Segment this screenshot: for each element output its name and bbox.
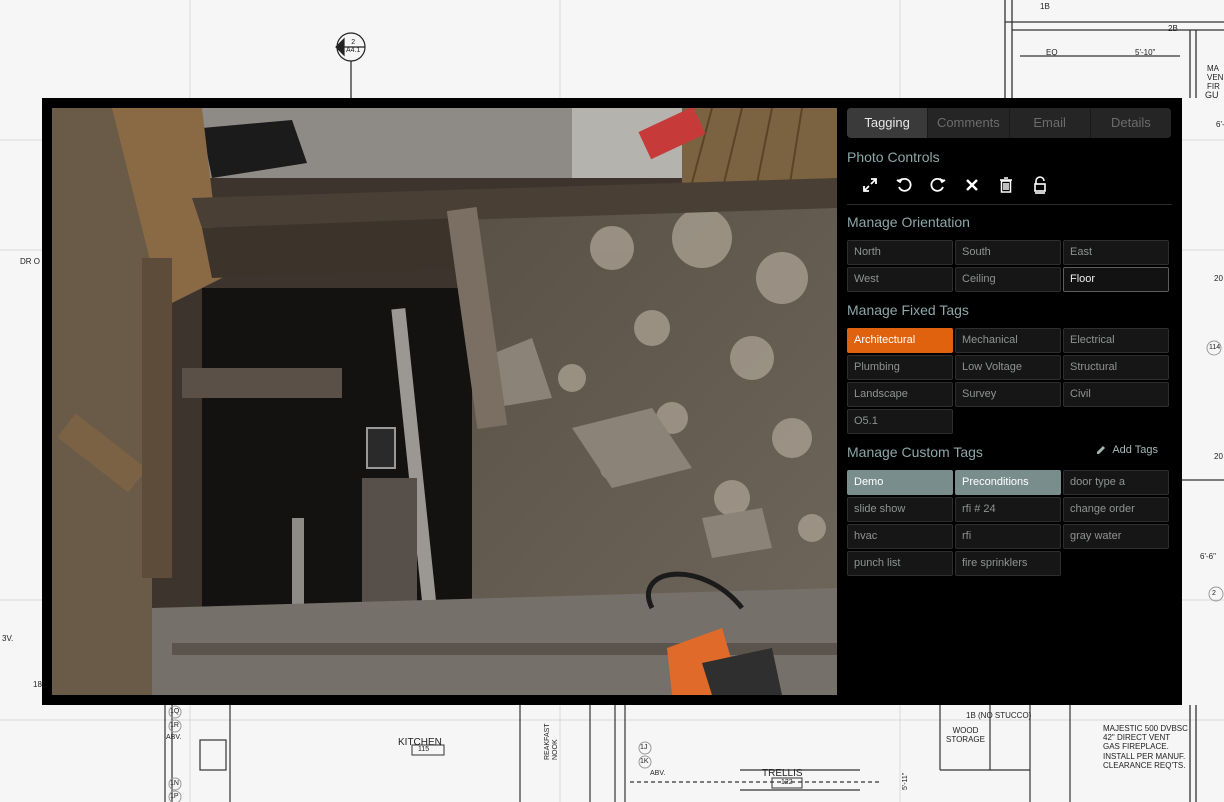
add-tags-label: Add Tags	[1112, 444, 1158, 456]
custom-tag-slide-show[interactable]: slide show	[847, 497, 953, 522]
unlock-icon[interactable]	[1023, 174, 1057, 196]
bp-label-ma: MA	[1207, 64, 1219, 73]
custom-tags-grid: Demo Preconditions door type a slide sho…	[847, 470, 1169, 576]
room-trellis-number: 122	[781, 779, 793, 786]
bp-label-dim-bottom: 5'-11"	[902, 772, 909, 790]
bp-label-dim-top: 5'-10"	[1135, 48, 1156, 57]
bp-label-3v: 3V.	[2, 634, 14, 643]
orientation-south[interactable]: South	[955, 240, 1061, 265]
fixed-tag-o51[interactable]: O5.1	[847, 409, 953, 434]
fixed-tag-civil[interactable]: Civil	[1063, 382, 1169, 407]
fixed-tag-structural[interactable]: Structural	[1063, 355, 1169, 380]
bp-label-eq: EQ	[1046, 48, 1058, 57]
construction-photo	[52, 108, 837, 695]
rotate-left-icon[interactable]	[887, 174, 921, 196]
bp-label-abv-2: ABV.	[650, 770, 666, 777]
bp-label-abv-1: ABV.	[166, 734, 182, 741]
bp-label-gu: GU	[1205, 90, 1219, 100]
fixed-tags-grid: Architectural Mechanical Electrical Plum…	[847, 328, 1169, 434]
bp-label-right-dim-2: 6'-6"	[1200, 552, 1216, 561]
fixed-tag-architectural[interactable]: Architectural	[847, 328, 953, 353]
divider	[847, 204, 1172, 205]
trash-icon[interactable]	[989, 174, 1023, 196]
fireplace-note: MAJESTIC 500 DVBSC 42" DIRECT VENT GAS F…	[1103, 724, 1188, 770]
custom-tag-punch-list[interactable]: punch list	[847, 551, 953, 576]
tagging-panel: Tagging Comments Email Details Photo Con…	[847, 108, 1172, 695]
custom-tags-title: Manage Custom Tags	[847, 444, 983, 460]
add-tags-button[interactable]: Add Tags	[1096, 444, 1158, 456]
expand-icon[interactable]	[853, 174, 887, 196]
custom-tag-rfi-24[interactable]: rfi # 24	[955, 497, 1061, 522]
custom-tag-demo[interactable]: Demo	[847, 470, 953, 495]
bp-label-2b: 2B	[1168, 24, 1178, 33]
photo-controls-title: Photo Controls	[847, 149, 940, 165]
photo-modal: Tagging Comments Email Details Photo Con…	[42, 98, 1182, 705]
bp-label-18: 18	[33, 680, 42, 689]
custom-tag-door-type-a[interactable]: door type a	[1063, 470, 1169, 495]
bp-label-1k: 1K	[640, 758, 649, 765]
room-wood-storage: WOOD STORAGE	[946, 726, 985, 745]
fixed-tags-title: Manage Fixed Tags	[847, 302, 969, 318]
orientation-title: Manage Orientation	[847, 214, 970, 230]
bp-label-1j: 1J	[640, 744, 648, 751]
orientation-west[interactable]: West	[847, 267, 953, 292]
orientation-grid: North South East West Ceiling Floor	[847, 240, 1169, 292]
custom-tag-rfi[interactable]: rfi	[955, 524, 1061, 549]
orientation-floor[interactable]: Floor	[1063, 267, 1169, 292]
bp-label-right-20a: 20	[1214, 274, 1223, 283]
custom-tag-change-order[interactable]: change order	[1063, 497, 1169, 522]
fixed-tag-survey[interactable]: Survey	[955, 382, 1061, 407]
bp-label-1n: 1N	[170, 780, 179, 787]
close-icon[interactable]	[955, 174, 989, 196]
custom-tag-preconditions[interactable]: Preconditions	[955, 470, 1061, 495]
fixed-tag-mechanical[interactable]: Mechanical	[955, 328, 1061, 353]
bp-label-right-2: 2	[1212, 590, 1216, 597]
tab-comments[interactable]: Comments	[927, 108, 1009, 138]
custom-tag-hvac[interactable]: hvac	[847, 524, 953, 549]
panel-tabs: Tagging Comments Email Details	[847, 108, 1171, 138]
room-trellis: TRELLIS	[762, 768, 803, 779]
bp-label-right-dim-1: 6'-0"	[1216, 120, 1224, 129]
fixed-tag-electrical[interactable]: Electrical	[1063, 328, 1169, 353]
bp-label-1r: 1R	[170, 722, 179, 729]
pencil-icon	[1097, 446, 1106, 454]
plan-marker-label: 2 A4.1	[346, 39, 361, 55]
fixed-tag-landscape[interactable]: Landscape	[847, 382, 953, 407]
tab-details[interactable]: Details	[1089, 108, 1171, 138]
bp-label-right-20b: 20	[1214, 452, 1223, 461]
bp-label-1p: 1P	[170, 793, 179, 800]
orientation-north[interactable]: North	[847, 240, 953, 265]
bp-label-right-114: 114	[1209, 344, 1221, 351]
fixed-tag-low-voltage[interactable]: Low Voltage	[955, 355, 1061, 380]
tab-email[interactable]: Email	[1008, 108, 1090, 138]
orientation-ceiling[interactable]: Ceiling	[955, 267, 1061, 292]
tab-tagging[interactable]: Tagging	[847, 108, 928, 138]
photo-controls	[853, 174, 1057, 196]
custom-tag-gray-water[interactable]: gray water	[1063, 524, 1169, 549]
bp-label-ven: VEN	[1207, 73, 1224, 82]
fixed-tag-plumbing[interactable]: Plumbing	[847, 355, 953, 380]
rotate-right-icon[interactable]	[921, 174, 955, 196]
orientation-east[interactable]: East	[1063, 240, 1169, 265]
room-kitchen-number: 115	[418, 746, 430, 753]
room-breakfast-nook: REAKFAST NOOK	[544, 723, 560, 760]
custom-tag-fire-sprinklers[interactable]: fire sprinklers	[955, 551, 1061, 576]
bp-label-dr: DR O	[20, 257, 40, 266]
bp-label-no-stucco: 1B (NO STUCCO)	[966, 711, 1032, 720]
bp-label-1q: 1Q	[170, 708, 180, 715]
bp-label-1b: 1B	[1040, 2, 1050, 11]
